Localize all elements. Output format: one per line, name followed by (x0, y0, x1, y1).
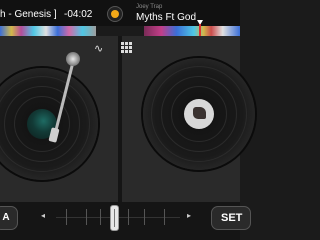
crossfader-left-arrow[interactable]: ◂ (41, 211, 45, 220)
crossfader-right-arrow[interactable]: ▸ (187, 211, 191, 220)
crossfader-tick (86, 209, 87, 225)
right-track-title: Myths Ft God (136, 12, 197, 23)
waveform-icon[interactable]: ∿ (94, 42, 103, 55)
crossfader-tick (66, 209, 67, 225)
left-track-title: h - Genesis ] (0, 9, 57, 20)
fx-button[interactable]: A (0, 206, 18, 230)
crossfader-tick (128, 209, 129, 225)
right-artist: Joey Trap (136, 4, 163, 10)
playhead-line (199, 24, 201, 36)
right-waveform[interactable] (144, 26, 240, 36)
left-time-remaining: -04:02 (64, 9, 93, 20)
crossfader-tick (100, 209, 101, 225)
record-icon[interactable] (107, 6, 123, 22)
crossfader-thumb[interactable] (110, 205, 119, 231)
crossfader-tick (144, 209, 145, 225)
crossfader-tick (164, 209, 165, 225)
deck-divider (118, 36, 122, 202)
set-button[interactable]: SET (211, 206, 251, 230)
right-turntable[interactable] (143, 58, 255, 170)
tonearm-pivot (66, 52, 80, 66)
left-waveform[interactable] (0, 26, 96, 36)
bottom-bar (0, 202, 240, 240)
grid-icon[interactable] (121, 42, 132, 53)
album-art (193, 107, 206, 119)
